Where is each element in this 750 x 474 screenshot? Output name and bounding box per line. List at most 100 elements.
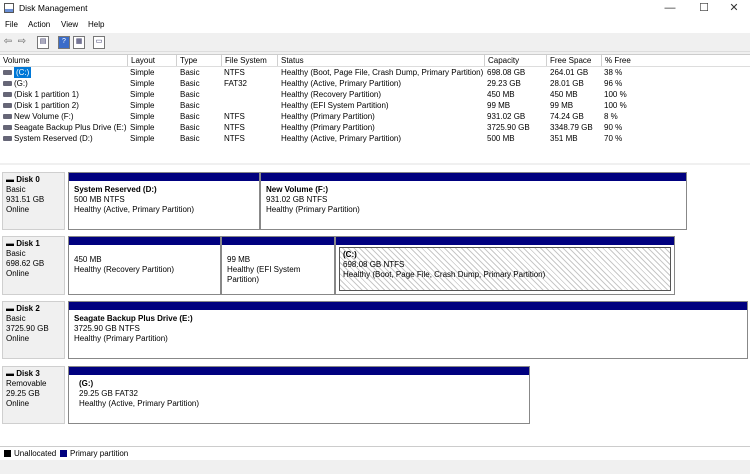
volume-row[interactable]: (Disk 1 partition 1) Simple Basic Healthy (… bbox=[0, 89, 750, 100]
menu-help[interactable]: Help bbox=[88, 20, 104, 29]
partition-new-volume[interactable]: New Volume (F:) 931.02 GB NTFS Healthy (… bbox=[260, 172, 687, 230]
primary-partition-bar bbox=[69, 173, 259, 181]
disk-size: 698.62 GB bbox=[6, 259, 45, 268]
partition-size: 29.25 GB FAT32 bbox=[79, 389, 138, 398]
cell-layout: Simple bbox=[130, 134, 155, 143]
partition-name: (G:) bbox=[79, 379, 94, 388]
cell-volume: (C:) bbox=[14, 67, 32, 78]
legend-unallocated: Unallocated bbox=[14, 449, 57, 458]
col-volume[interactable]: Volume bbox=[0, 55, 127, 66]
cell-status: Healthy (Primary Partition) bbox=[281, 112, 375, 121]
col-type[interactable]: Type bbox=[176, 55, 221, 66]
cell-percent-free: 8 % bbox=[604, 112, 618, 121]
primary-partition-bar bbox=[69, 367, 529, 375]
primary-partition-swatch bbox=[60, 450, 67, 457]
cell-percent-free: 100 % bbox=[604, 90, 627, 99]
cell-layout: Simple bbox=[130, 112, 155, 121]
toolbar: ⇦ ⇨ ▤ ? ▦ ▭ bbox=[0, 33, 750, 52]
cell-capacity: 500 MB bbox=[487, 134, 515, 143]
disk-name-icon: ▬ bbox=[6, 304, 17, 313]
menu-bar: File Action View Help bbox=[0, 17, 750, 33]
disk-0-label[interactable]: ▬ Disk 0 Basic 931.51 GB Online bbox=[2, 172, 65, 230]
properties-icon[interactable]: ▤ bbox=[37, 36, 49, 49]
disk-state: Online bbox=[6, 334, 30, 343]
maximize-button[interactable]: ☐ bbox=[688, 0, 720, 17]
disk-name-icon: ▬ bbox=[6, 175, 17, 184]
partition-name: (C:) bbox=[343, 250, 357, 259]
status-bar bbox=[0, 460, 750, 474]
volume-list: Volume Layout Type File System Status Ca… bbox=[0, 54, 750, 163]
volume-list-header: Volume Layout Type File System Status Ca… bbox=[0, 55, 750, 67]
cell-capacity: 99 MB bbox=[487, 101, 511, 110]
back-icon[interactable]: ⇦ bbox=[3, 36, 13, 47]
col-status[interactable]: Status bbox=[277, 55, 484, 66]
cell-type: Basic bbox=[180, 90, 200, 99]
disk-state: Online bbox=[6, 399, 30, 408]
partition-status: Healthy (Active, Primary Partition) bbox=[79, 399, 200, 408]
cell-file-system: NTFS bbox=[224, 68, 245, 77]
close-button[interactable]: ✕ bbox=[718, 0, 750, 17]
menu-action[interactable]: Action bbox=[28, 20, 50, 29]
col-free-space[interactable]: Free Space bbox=[546, 55, 601, 66]
partition-seagate[interactable]: Seagate Backup Plus Drive (E:) 3725.90 G… bbox=[68, 301, 748, 359]
forward-icon[interactable]: ⇨ bbox=[17, 36, 27, 47]
partition-size: 500 MB NTFS bbox=[74, 195, 125, 204]
col-percent-free[interactable]: % Free bbox=[601, 55, 641, 66]
partition-status: Healthy (Boot, Page File, Crash Dump, Pr… bbox=[343, 270, 546, 279]
settings-icon[interactable]: ▦ bbox=[73, 36, 85, 49]
partition-system-reserved[interactable]: System Reserved (D:) 500 MB NTFS Healthy… bbox=[68, 172, 260, 230]
disk-management-icon bbox=[4, 3, 14, 13]
cell-file-system: NTFS bbox=[224, 123, 245, 132]
partition-g-drive[interactable]: (G:) 29.25 GB FAT32 Healthy (Active, Pri… bbox=[68, 366, 530, 424]
cell-status: Healthy (Active, Primary Partition) bbox=[281, 134, 402, 143]
cell-free-space: 264.01 GB bbox=[550, 68, 589, 77]
cell-volume: (G:) bbox=[14, 79, 28, 88]
cell-percent-free: 100 % bbox=[604, 101, 627, 110]
disk-3-label[interactable]: ▬ Disk 3 Removable 29.25 GB Online bbox=[2, 366, 65, 424]
help-icon[interactable]: ? bbox=[58, 36, 70, 49]
cell-type: Basic bbox=[180, 112, 200, 121]
menu-view[interactable]: View bbox=[61, 20, 78, 29]
view-icon[interactable]: ▭ bbox=[93, 36, 105, 49]
cell-file-system: NTFS bbox=[224, 112, 245, 121]
partition-c-drive[interactable]: (C:) 698.08 GB NTFS Healthy (Boot, Page … bbox=[335, 236, 675, 295]
volume-row[interactable]: (G:) Simple Basic FAT32 Healthy (Active, Pri… bbox=[0, 78, 750, 89]
primary-partition-bar bbox=[222, 237, 334, 245]
col-file-system[interactable]: File System bbox=[221, 55, 277, 66]
primary-partition-bar bbox=[261, 173, 686, 181]
volume-row[interactable]: (Disk 1 partition 2) Simple Basic Healthy (… bbox=[0, 100, 750, 111]
menu-file[interactable]: File bbox=[5, 20, 18, 29]
primary-partition-bar bbox=[69, 302, 747, 310]
cell-type: Basic bbox=[180, 101, 200, 110]
legend-primary-partition: Primary partition bbox=[70, 449, 129, 458]
cell-capacity: 931.02 GB bbox=[487, 112, 526, 121]
disk-1-label[interactable]: ▬ Disk 1 Basic 698.62 GB Online bbox=[2, 236, 65, 295]
volume-row[interactable]: Seagate Backup Plus Drive (E:) Simple Basi… bbox=[0, 122, 750, 133]
disk-type: Basic bbox=[6, 249, 26, 258]
cell-status: Healthy (Primary Partition) bbox=[281, 123, 375, 132]
cell-status: Healthy (Active, Primary Partition) bbox=[281, 79, 402, 88]
cell-capacity: 698.08 GB bbox=[487, 68, 526, 77]
cell-layout: Simple bbox=[130, 68, 155, 77]
minimize-button[interactable]: — bbox=[654, 0, 686, 17]
disk-name: Disk 1 bbox=[16, 239, 40, 248]
title-bar: Disk Management — ☐ ✕ bbox=[0, 0, 750, 17]
window-title: Disk Management bbox=[19, 3, 88, 13]
disk-name: Disk 3 bbox=[16, 369, 40, 378]
cell-free-space: 450 MB bbox=[550, 90, 578, 99]
volume-row[interactable]: (C:) Simple Basic NTFS Healthy (Boot, Page F… bbox=[0, 67, 750, 78]
volume-row[interactable]: New Volume (F:) Simple Basic NTFS Healthy (P… bbox=[0, 111, 750, 122]
partition-recovery[interactable]: 450 MB Healthy (Recovery Partition) bbox=[68, 236, 221, 295]
col-layout[interactable]: Layout bbox=[127, 55, 176, 66]
cell-status: Healthy (Recovery Partition) bbox=[281, 90, 382, 99]
disk-2-label[interactable]: ▬ Disk 2 Basic 3725.90 GB Online bbox=[2, 301, 65, 359]
cell-volume: System Reserved (D:) bbox=[14, 134, 93, 143]
cell-type: Basic bbox=[180, 123, 200, 132]
col-capacity[interactable]: Capacity bbox=[484, 55, 546, 66]
partition-efi[interactable]: 99 MB Healthy (EFI System Partition) bbox=[221, 236, 335, 295]
partition-size: 3725.90 GB NTFS bbox=[74, 324, 140, 333]
volume-icon bbox=[3, 103, 12, 108]
volume-row[interactable]: System Reserved (D:) Simple Basic NTFS Healt… bbox=[0, 133, 750, 144]
cell-volume: Seagate Backup Plus Drive (E:) bbox=[14, 123, 127, 132]
cell-percent-free: 90 % bbox=[604, 123, 623, 132]
